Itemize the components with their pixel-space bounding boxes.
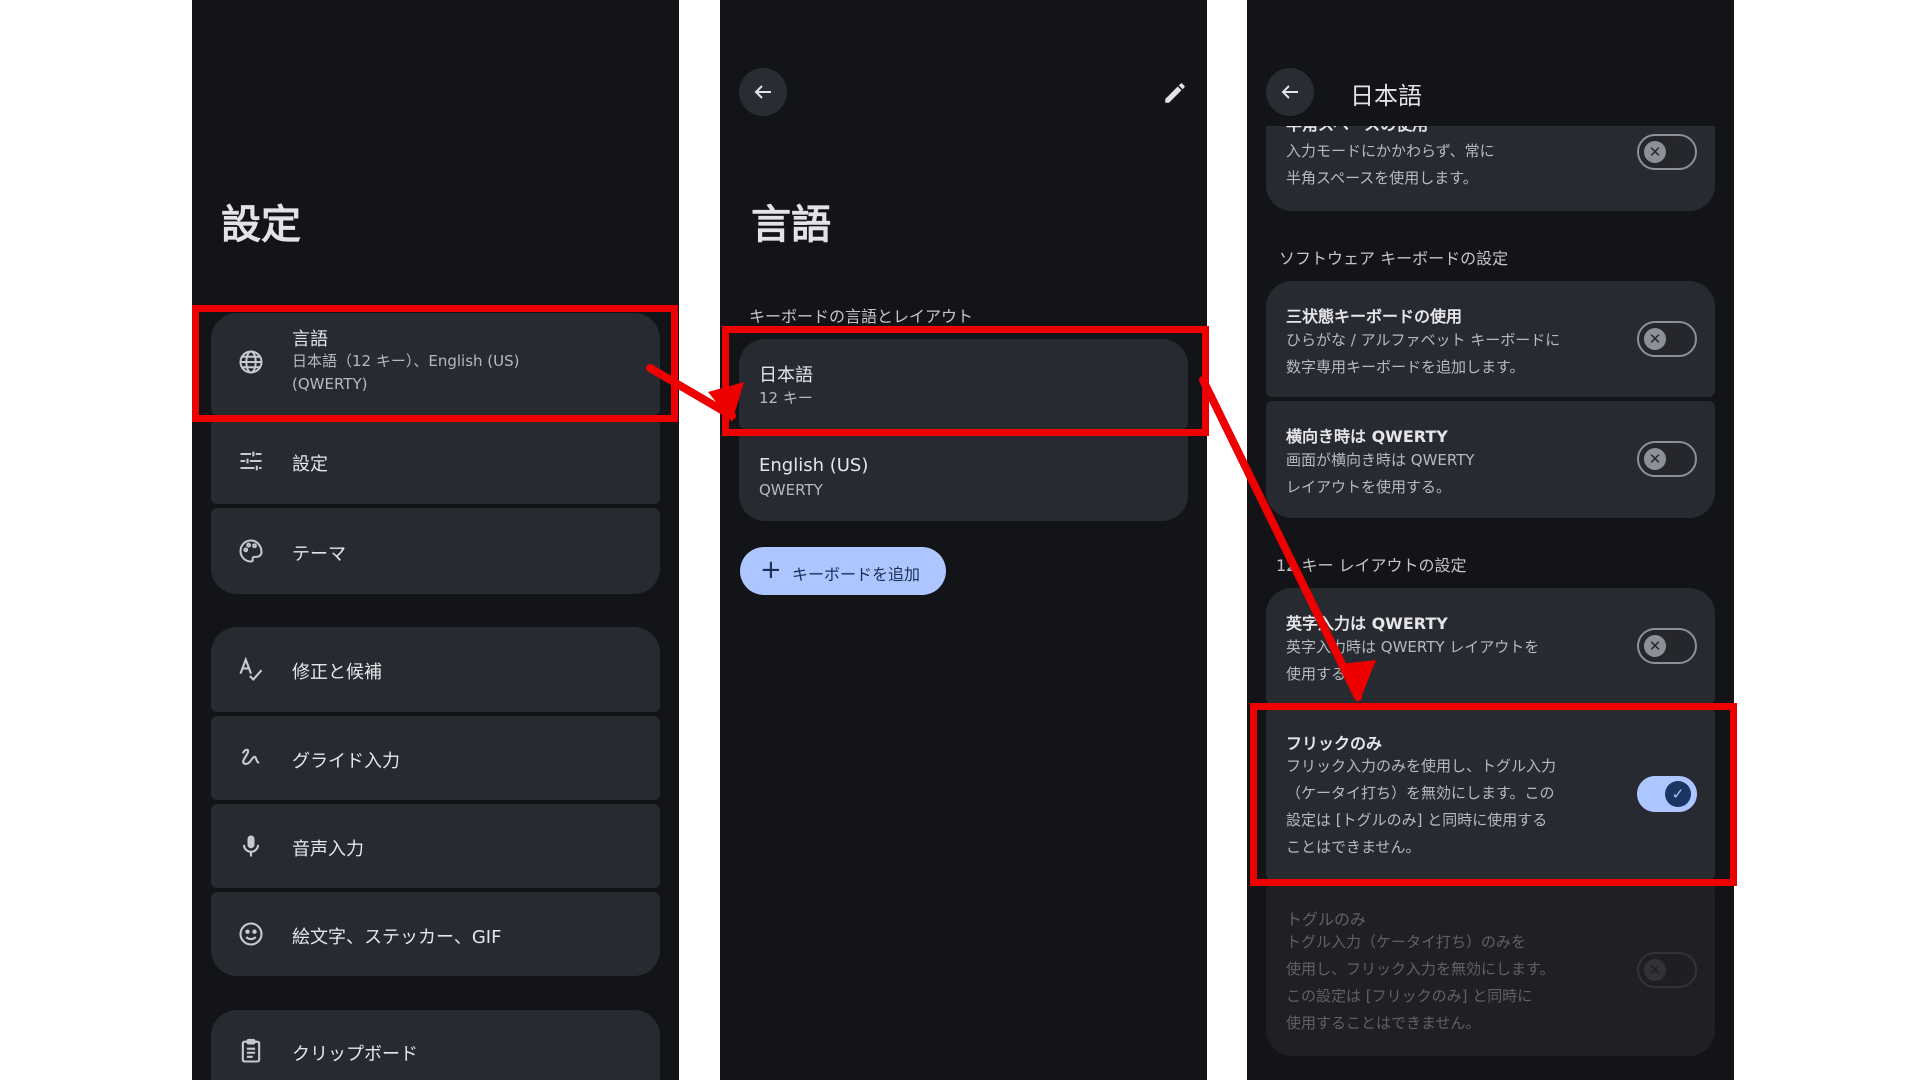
page-title: 設定 (221, 202, 301, 248)
add-keyboard-label: キーボードを追加 (792, 565, 921, 584)
toggle-switch[interactable]: ✕ (1637, 952, 1697, 988)
palette-icon (237, 537, 265, 565)
setting-title: 三状態キーボードの使用 (1286, 307, 1463, 326)
setting-toggle-only[interactable]: トグルのみ トグル入力（ケータイ打ち）のみを 使用し、フリック入力を無効にします… (1266, 884, 1715, 1056)
page-title: 日本語 (1350, 82, 1422, 110)
setting-landscape-qwerty[interactable]: 横向き時は QWERTY 画面が横向き時は QWERTY レイアウトを使用する。… (1266, 401, 1715, 518)
setting-alphabet-qwerty[interactable]: 英字入力は QWERTY 英字入力時は QWERTY レイアウトを 使用する。 … (1266, 588, 1715, 704)
language-panel: 言語 キーボードの言語とレイアウト 日本語 12 キー English (US)… (720, 0, 1207, 1080)
arrow-back-icon (1281, 85, 1298, 99)
item-label: 修正と候補 (292, 662, 382, 683)
item-label: クリップボード (292, 1044, 418, 1065)
x-icon: ✕ (1644, 448, 1666, 470)
setting-description: 画面が横向き時は QWERTY レイアウトを使用する。 (1286, 447, 1475, 501)
toggle-switch[interactable]: ✕ (1637, 628, 1697, 664)
highlight-box-language (192, 305, 678, 422)
x-icon: ✕ (1644, 635, 1666, 657)
settings-item-theme[interactable]: テーマ (211, 508, 660, 594)
setting-title: 横向き時は QWERTY (1286, 427, 1448, 446)
description-line: 入力モードにかかわらず、常に (1286, 142, 1495, 160)
top-app-bar: 日本語 (1247, 0, 1734, 126)
description-line: 使用する。 (1286, 665, 1362, 683)
setting-description: トグル入力（ケータイ打ち）のみを 使用し、フリック入力を無効にします。 この設定… (1286, 929, 1555, 1037)
language-name: English (US) (759, 455, 869, 476)
emoji-icon (237, 920, 265, 948)
add-keyboard-button[interactable]: + キーボードを追加 (740, 547, 946, 595)
description-line: レイアウトを使用する。 (1286, 478, 1452, 496)
x-icon: ✕ (1644, 328, 1666, 350)
description-line: 数字専用キーボードを追加します。 (1286, 358, 1525, 376)
setting-description: 英字入力時は QWERTY レイアウトを 使用する。 (1286, 634, 1539, 688)
highlight-box-japanese (722, 326, 1209, 436)
arrow-back-icon (754, 85, 771, 99)
settings-item-clipboard[interactable]: クリップボード (211, 1010, 660, 1080)
description-line: 画面が横向き時は QWERTY (1286, 451, 1475, 469)
toggle-switch[interactable]: ✕ (1637, 321, 1697, 357)
settings-item-voice[interactable]: 音声入力 (211, 804, 660, 888)
language-item-english[interactable]: English (US) QWERTY (739, 433, 1188, 521)
mic-icon (237, 832, 265, 860)
item-label: 設定 (292, 454, 328, 475)
description-line: 英字入力時は QWERTY レイアウトを (1286, 638, 1540, 656)
description-line: 使用し、フリック入力を無効にします。 (1286, 960, 1555, 978)
pencil-icon (1165, 83, 1185, 103)
section-header: 12 キー レイアウトの設定 (1276, 556, 1467, 575)
setting-description: ひらがな / アルファベット キーボードに 数字専用キーボードを追加します。 (1286, 327, 1560, 381)
item-label: テーマ (292, 544, 346, 565)
description-line: 半角スペースを使用します。 (1286, 169, 1478, 187)
edit-button[interactable] (1162, 80, 1188, 106)
spellcheck-icon (237, 655, 265, 683)
sliders-icon (237, 447, 265, 475)
highlight-box-flick-only (1250, 703, 1737, 886)
x-icon: ✕ (1644, 959, 1666, 981)
settings-item-corrections[interactable]: 修正と候補 (211, 627, 660, 712)
gesture-icon (237, 744, 265, 772)
back-button[interactable] (739, 68, 787, 116)
x-icon: ✕ (1644, 141, 1666, 163)
plus-icon: + (760, 555, 782, 585)
japanese-settings-panel: 半角スペースの使用 入力モードにかかわらず、常に 半角スペースを使用します。 ✕… (1247, 0, 1734, 1080)
setting-title: 英字入力は QWERTY (1286, 614, 1448, 633)
item-label: 音声入力 (292, 839, 364, 860)
back-button[interactable] (1266, 68, 1314, 116)
page-title: 言語 (751, 202, 831, 248)
description-line: この設定は [フリックのみ] と同時に (1286, 987, 1533, 1005)
toggle-switch[interactable]: ✕ (1637, 134, 1697, 170)
language-layout: QWERTY (759, 481, 823, 499)
setting-title: 半角スペースの使用 (1286, 126, 1428, 135)
description-line: トグル入力（ケータイ打ち）のみを (1286, 933, 1527, 951)
toggle-switch[interactable]: ✕ (1637, 441, 1697, 477)
item-label: 絵文字、ステッカー、GIF (292, 927, 502, 948)
description-line: ひらがな / アルファベット キーボードに (1286, 331, 1561, 349)
item-label: グライド入力 (292, 751, 400, 772)
settings-panel: 設定 言語 日本語（12 キー）、English (US) (QWERTY) 設… (192, 0, 679, 1080)
description-line: 使用することはできません。 (1286, 1014, 1481, 1032)
setting-tristate-keyboard[interactable]: 三状態キーボードの使用 ひらがな / アルファベット キーボードに 数字専用キー… (1266, 281, 1715, 397)
settings-item-preferences[interactable]: 設定 (211, 419, 660, 504)
setting-title: トグルのみ (1286, 910, 1367, 929)
section-header: キーボードの言語とレイアウト (749, 307, 974, 326)
settings-item-emoji[interactable]: 絵文字、ステッカー、GIF (211, 892, 660, 976)
setting-description: 入力モードにかかわらず、常に 半角スペースを使用します。 (1286, 138, 1495, 192)
section-header: ソフトウェア キーボードの設定 (1279, 249, 1509, 268)
clipboard-icon (237, 1037, 265, 1065)
setting-halfwidth-space-visible[interactable]: 半角スペースの使用 入力モードにかかわらず、常に 半角スペースを使用します。 ✕ (1266, 126, 1715, 211)
settings-item-glide[interactable]: グライド入力 (211, 716, 660, 800)
